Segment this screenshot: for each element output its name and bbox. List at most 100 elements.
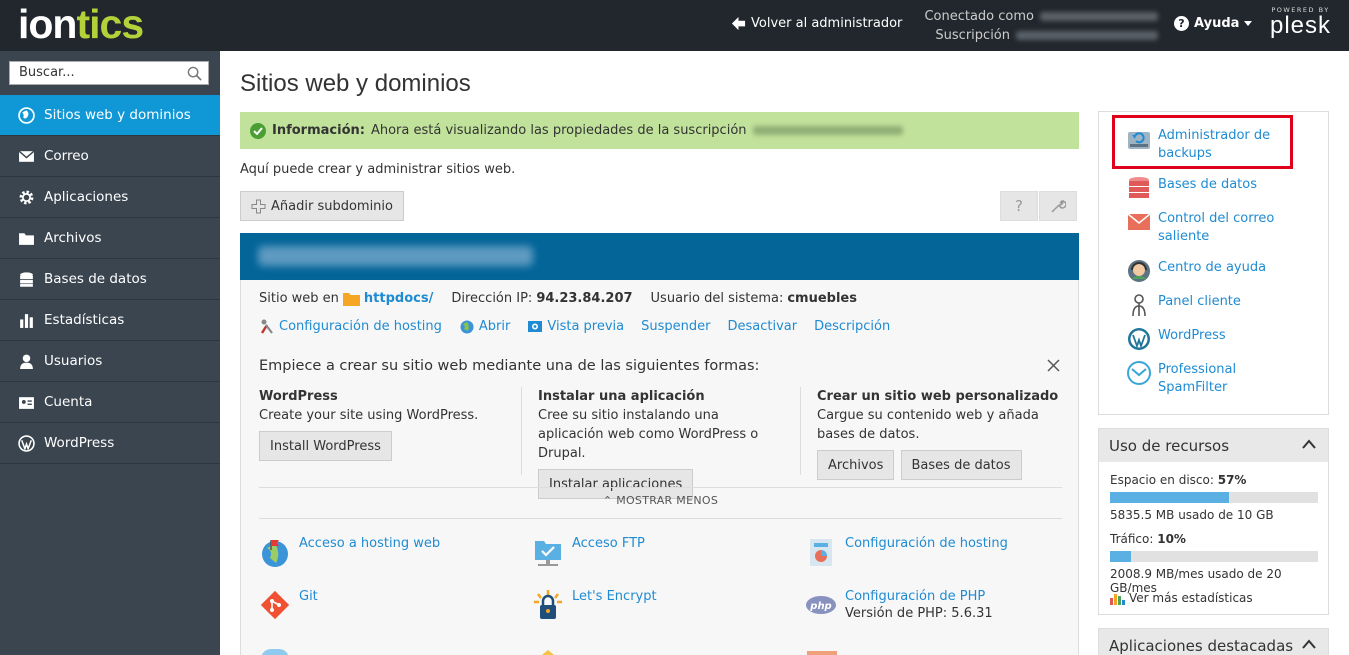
resource-usage-panel: Uso de recursos Espacio en disco: 57% 58… bbox=[1098, 428, 1329, 615]
bar-chart-icon bbox=[20, 313, 33, 328]
disk-progress-bar bbox=[1110, 492, 1318, 503]
install-wordpress-button[interactable]: Install WordPress bbox=[259, 431, 392, 461]
tool-git[interactable]: Git bbox=[259, 589, 318, 621]
sidebar-item-account[interactable]: Cuenta bbox=[0, 382, 220, 423]
action-label: Descripción bbox=[814, 319, 891, 334]
logo-text-2: tics bbox=[76, 1, 144, 47]
databases-button[interactable]: Bases de datos bbox=[900, 450, 1022, 480]
deactivate-link[interactable]: Desactivar bbox=[728, 319, 798, 334]
sidebar-item-label: Sitios web y dominios bbox=[44, 107, 191, 123]
search-input[interactable]: Buscar... bbox=[9, 61, 209, 85]
sidebar-item-statistics[interactable]: Estadísticas bbox=[0, 300, 220, 341]
sidebar-item-label: Estadísticas bbox=[44, 312, 125, 328]
show-less-toggle[interactable]: ⌃ MOSTRAR MENOS bbox=[241, 494, 1080, 507]
panel-title: Uso de recursos bbox=[1109, 436, 1230, 455]
description-link[interactable]: Descripción bbox=[814, 319, 890, 334]
ip-label: Dirección IP: bbox=[451, 291, 533, 306]
sidebar-item-wordpress[interactable]: WordPress bbox=[0, 423, 220, 464]
partial-icon bbox=[261, 649, 289, 655]
globe-flag-icon bbox=[262, 540, 288, 567]
sidebar-item-applications[interactable]: Aplicaciones bbox=[0, 177, 220, 218]
link-wordpress[interactable]: WordPress bbox=[1127, 327, 1226, 351]
close-icon[interactable] bbox=[1047, 359, 1060, 372]
sidebar-item-files[interactable]: Archivos bbox=[0, 218, 220, 259]
link-label: Administrador de backups bbox=[1158, 128, 1271, 161]
search-placeholder: Buscar... bbox=[19, 65, 75, 80]
link-spamfilter[interactable]: Professional SpamFilter bbox=[1127, 361, 1278, 397]
tool-label: Acceso a hosting web bbox=[299, 536, 441, 551]
tool-label: Configuración de PHP bbox=[845, 589, 986, 604]
sidebar: Buscar... Sitios web y dominios Correo A… bbox=[0, 51, 220, 655]
divider bbox=[259, 518, 1062, 519]
globe-icon bbox=[460, 320, 474, 334]
featured-apps-panel: Aplicaciones destacadas bbox=[1098, 628, 1329, 655]
open-link[interactable]: Abrir bbox=[459, 319, 510, 334]
info-text: Ahora está visualizando las propiedades … bbox=[370, 123, 747, 138]
start-option-custom: Crear un sitio web personalizado Cargue … bbox=[817, 387, 1067, 480]
database-icon bbox=[1129, 177, 1149, 198]
tool-ftp-access[interactable]: Acceso FTP bbox=[532, 536, 645, 568]
resource-usage-header[interactable]: Uso de recursos bbox=[1099, 429, 1328, 462]
subscription-label: Suscripción bbox=[935, 28, 1010, 43]
more-stats-label: Ver más estadísticas bbox=[1129, 591, 1253, 605]
chevron-up-icon[interactable] bbox=[1302, 639, 1316, 649]
backup-icon bbox=[1128, 132, 1150, 149]
suspend-link[interactable]: Suspender bbox=[641, 319, 710, 334]
info-label: Información: bbox=[272, 123, 365, 138]
domain-header bbox=[240, 233, 1079, 280]
mail-icon bbox=[1127, 213, 1151, 230]
link-label: Bases de datos bbox=[1158, 177, 1257, 192]
domain-panel: Sitio web en httpdocs/ Dirección IP: 94.… bbox=[240, 280, 1079, 655]
action-label: Suspender bbox=[641, 319, 711, 334]
back-to-admin-link[interactable]: Volver al administrador bbox=[731, 16, 902, 31]
link-backup-manager[interactable]: Administrador de backups bbox=[1127, 127, 1278, 163]
subscription-redacted[interactable] bbox=[1016, 31, 1158, 40]
docroot-link[interactable]: httpdocs/ bbox=[364, 291, 433, 306]
link-outgoing-mail[interactable]: Control del correo saliente bbox=[1127, 210, 1288, 246]
link-customer-panel[interactable]: Panel cliente bbox=[1127, 293, 1241, 317]
sidebar-item-databases[interactable]: Bases de datos bbox=[0, 259, 220, 300]
search-icon[interactable] bbox=[187, 66, 202, 81]
info-message: Información: Ahora está visualizando las… bbox=[240, 112, 1079, 149]
session-info: Conectado como Suscripción bbox=[924, 7, 1158, 45]
files-button[interactable]: Archivos bbox=[817, 450, 895, 480]
wrench-icon bbox=[1051, 199, 1066, 213]
link-help-center[interactable]: Centro de ayuda bbox=[1127, 259, 1266, 283]
settings-wrench-button[interactable] bbox=[1039, 191, 1077, 221]
caret-down-icon bbox=[1244, 21, 1253, 26]
website-at-label: Sitio web en bbox=[259, 291, 339, 306]
tool-web-hosting-access[interactable]: Acceso a hosting web bbox=[259, 536, 440, 568]
chevron-up-icon[interactable] bbox=[1302, 439, 1316, 449]
link-databases[interactable]: Bases de datos bbox=[1127, 176, 1257, 200]
action-label: Vista previa bbox=[547, 319, 625, 334]
link-label: Professional SpamFilter bbox=[1158, 362, 1237, 395]
iontics-logo[interactable]: iontics bbox=[18, 1, 144, 47]
tool-label: Git bbox=[299, 589, 318, 604]
tool-hosting-settings[interactable]: Configuración de hosting bbox=[805, 536, 1008, 568]
tool-php-settings[interactable]: php Configuración de PHP Versión de PHP: … bbox=[805, 589, 993, 621]
help-menu[interactable]: ? Ayuda bbox=[1174, 16, 1253, 31]
sidebar-item-label: Bases de datos bbox=[44, 271, 147, 287]
tool-label: Let's Encrypt bbox=[572, 589, 657, 604]
connected-user-redacted[interactable] bbox=[1040, 12, 1158, 21]
option-text: Cree su sitio instalando una aplicación … bbox=[538, 408, 759, 461]
disk-progress-fill bbox=[1110, 492, 1229, 503]
domain-info-row: Sitio web en httpdocs/ Dirección IP: 94.… bbox=[259, 291, 857, 306]
connected-label: Conectado como bbox=[924, 9, 1034, 24]
disk-percent: 57% bbox=[1217, 473, 1247, 487]
more-stats-link[interactable]: Ver más estadísticas bbox=[1110, 591, 1253, 605]
tool-lets-encrypt[interactable]: Let's Encrypt bbox=[532, 589, 657, 621]
add-subdomain-button[interactable]: Añadir subdominio bbox=[240, 191, 404, 221]
help-button[interactable]: ? bbox=[1000, 191, 1038, 221]
sidebar-item-websites[interactable]: Sitios web y dominios bbox=[0, 95, 220, 136]
page-description: Aquí puede crear y administrar sitios we… bbox=[240, 162, 516, 177]
domain-name-redacted[interactable] bbox=[258, 246, 533, 266]
php-icon: php bbox=[806, 596, 836, 614]
preview-link[interactable]: Vista previa bbox=[527, 319, 624, 334]
hosting-settings-link[interactable]: Configuración de hosting bbox=[259, 319, 442, 334]
sidebar-item-mail[interactable]: Correo bbox=[0, 136, 220, 177]
link-label: Centro de ayuda bbox=[1158, 260, 1267, 275]
featured-apps-header[interactable]: Aplicaciones destacadas bbox=[1099, 629, 1328, 655]
sidebar-item-users[interactable]: Usuarios bbox=[0, 341, 220, 382]
tool-label: Configuración de hosting bbox=[845, 536, 1008, 551]
